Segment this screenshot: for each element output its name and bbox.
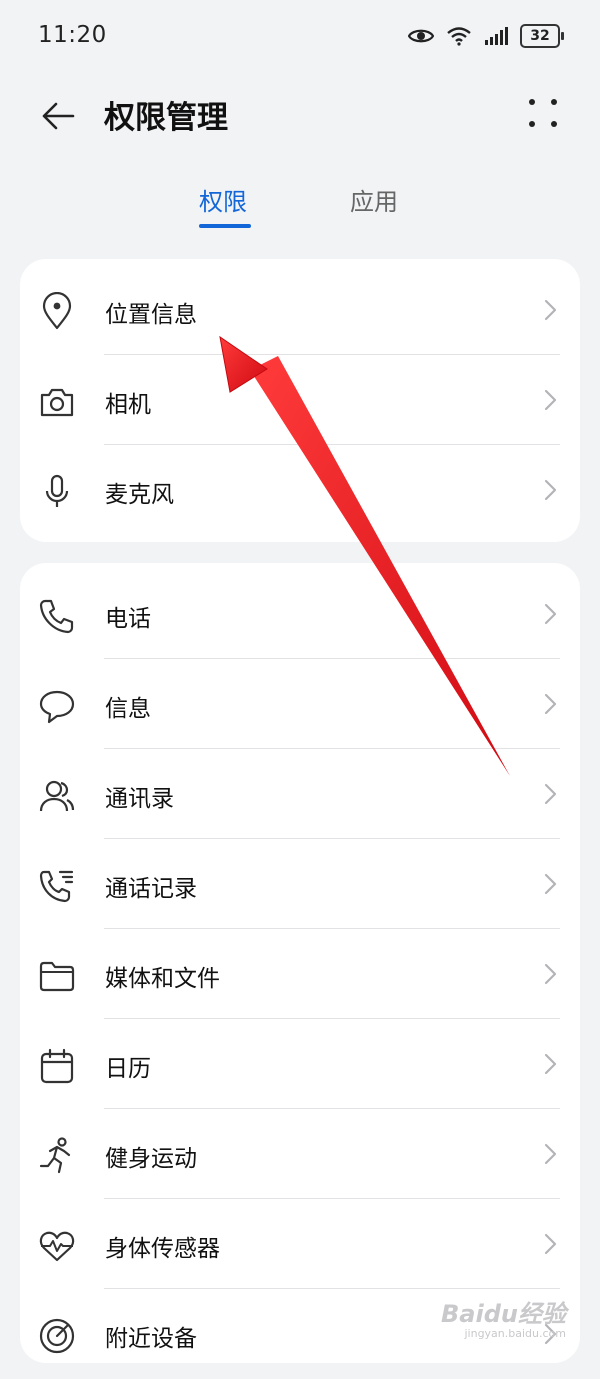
chevron-right-icon <box>544 963 557 985</box>
contacts-icon <box>39 780 75 812</box>
page-title: 权限管理 <box>104 100 228 136</box>
back-arrow-icon <box>42 102 75 130</box>
eye-icon <box>408 29 434 43</box>
permission-item-label: 相机 <box>105 392 151 418</box>
permission-group-secondary: 电话 信息 通讯录 通话记录 媒体和文件 日历 健身运动 身体传感器 附近设备 <box>20 563 580 1363</box>
permission-item-fitness[interactable]: 健身运动 <box>20 1109 580 1199</box>
app-header: 权限管理 <box>0 76 600 146</box>
back-button[interactable] <box>34 92 82 140</box>
permission-item-label: 电话 <box>105 606 151 632</box>
permission-item-label: 麦克风 <box>105 482 174 508</box>
permission-item-messages[interactable]: 信息 <box>20 659 580 749</box>
chevron-right-icon <box>544 299 557 321</box>
tab-bar: 权限 应用 <box>0 182 600 232</box>
more-options-icon[interactable] <box>526 96 560 130</box>
permission-item-call-log[interactable]: 通话记录 <box>20 839 580 929</box>
location-pin-icon <box>42 292 72 330</box>
tab-permissions[interactable]: 权限 <box>199 182 247 217</box>
chevron-right-icon <box>544 693 557 715</box>
phone-icon <box>39 599 74 634</box>
heart-rate-icon <box>39 1231 75 1262</box>
signal-icon <box>485 27 508 45</box>
chevron-right-icon <box>544 389 557 411</box>
folder-icon <box>39 961 75 992</box>
status-icons: 32 <box>408 24 564 48</box>
permission-item-label: 通话记录 <box>105 876 197 902</box>
tab-apps[interactable]: 应用 <box>350 182 398 217</box>
active-tab-indicator <box>199 224 251 228</box>
permission-item-location[interactable]: 位置信息 <box>20 265 580 355</box>
permission-item-calendar[interactable]: 日历 <box>20 1019 580 1109</box>
permission-item-camera[interactable]: 相机 <box>20 355 580 445</box>
chevron-right-icon <box>544 1233 557 1255</box>
chevron-right-icon <box>544 479 557 501</box>
baidu-watermark: Baidu经验 jingyan.baidu.com <box>441 1294 566 1340</box>
status-time: 11:20 <box>38 22 107 48</box>
battery-indicator: 32 <box>520 24 564 48</box>
permission-item-label: 身体传感器 <box>105 1236 220 1262</box>
nearby-devices-icon <box>39 1318 75 1354</box>
wifi-icon <box>447 27 471 46</box>
permission-item-label: 信息 <box>105 696 151 722</box>
permission-item-media-files[interactable]: 媒体和文件 <box>20 929 580 1019</box>
watermark-logo-text: Baidu经验 <box>441 1300 566 1328</box>
chevron-right-icon <box>544 1143 557 1165</box>
permission-item-label: 日历 <box>105 1056 151 1082</box>
permission-item-contacts[interactable]: 通讯录 <box>20 749 580 839</box>
permission-item-label: 健身运动 <box>105 1146 197 1172</box>
chevron-right-icon <box>544 603 557 625</box>
chevron-right-icon <box>544 783 557 805</box>
message-bubble-icon <box>39 690 75 724</box>
call-log-icon <box>39 870 74 903</box>
permission-group-primary: 位置信息 相机 麦克风 <box>20 259 580 542</box>
microphone-icon <box>45 474 69 507</box>
permission-item-label: 媒体和文件 <box>105 966 220 992</box>
calendar-icon <box>40 1048 74 1084</box>
chevron-right-icon <box>544 1053 557 1075</box>
permission-item-phone[interactable]: 电话 <box>20 569 580 659</box>
chevron-right-icon <box>544 873 557 895</box>
status-bar: 11:20 32 <box>0 0 600 76</box>
permission-item-label: 位置信息 <box>105 302 197 328</box>
permission-item-microphone[interactable]: 麦克风 <box>20 445 580 535</box>
camera-icon <box>40 388 74 417</box>
running-icon <box>39 1137 71 1174</box>
permission-item-label: 附近设备 <box>105 1326 197 1352</box>
permission-item-label: 通讯录 <box>105 786 174 812</box>
permission-item-body-sensors[interactable]: 身体传感器 <box>20 1199 580 1289</box>
